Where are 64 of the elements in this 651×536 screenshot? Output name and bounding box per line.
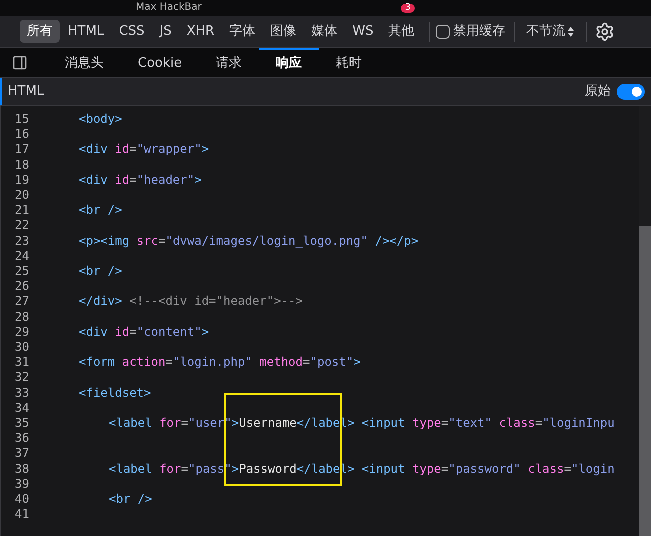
line-number: 35 (15, 416, 30, 432)
line-number: 31 (15, 355, 30, 370)
line-number: 20 (15, 188, 30, 204)
code-line: <form action="login.php" method="post"> (79, 355, 361, 370)
code-line: <fieldset> (79, 386, 152, 401)
tab[interactable]: 消息头 (48, 48, 121, 77)
code-line: <br /> (79, 203, 122, 218)
line-number: 28 (15, 310, 30, 325)
line-number: 39 (15, 476, 30, 492)
checkbox-label: 禁用缓存 (454, 22, 506, 41)
code-line: <div id="header"> (79, 172, 202, 188)
line-number: 40 (15, 492, 30, 508)
line-number: 18 (15, 158, 30, 173)
raw-label: 原始 (585, 82, 611, 101)
line-number: 27 (15, 294, 30, 310)
line-number: 33 (15, 386, 30, 401)
window-title: Max HackBar (136, 3, 202, 13)
raw-toggle[interactable] (617, 84, 645, 100)
filter-button[interactable]: XHR (180, 20, 222, 44)
line-number: 32 (15, 370, 30, 386)
filter-button[interactable]: 所有 (20, 20, 60, 44)
notification-badge: 3 (401, 4, 415, 12)
line-number: 34 (15, 400, 30, 416)
tab[interactable]: 耗时 (319, 48, 380, 77)
filter-button[interactable]: JS (152, 20, 179, 44)
filter-button[interactable]: 其他 (382, 20, 422, 44)
line-number: 16 (15, 127, 30, 142)
line-number: 26 (15, 279, 30, 294)
section-title: HTML (8, 82, 44, 101)
filter-button[interactable]: 媒体 (304, 20, 345, 44)
filter-button[interactable]: WS (346, 20, 381, 44)
tab[interactable]: 请求 (199, 48, 260, 77)
line-number: 29 (15, 324, 30, 340)
code-line: <body> (79, 112, 122, 128)
disable-cache-checkbox[interactable] (436, 24, 450, 38)
code-line: <br /> (79, 264, 122, 280)
code-line: <br /> (109, 492, 152, 508)
tab[interactable]: Cookie (121, 48, 200, 77)
code-line: <div id="content"> (79, 324, 210, 340)
line-number: 21 (15, 203, 30, 218)
filter-button[interactable]: 字体 (222, 20, 263, 44)
line-number: 24 (15, 248, 30, 264)
line-number: 17 (15, 142, 30, 158)
line-number: 37 (15, 446, 30, 462)
line-number: 36 (15, 431, 30, 446)
line-number: 41 (15, 507, 30, 522)
filter-button[interactable]: CSS (112, 20, 152, 44)
settings-icon[interactable] (594, 22, 615, 42)
code-line: </div> <!--<div id="header">--> (79, 294, 303, 310)
sort-caret-icon (568, 26, 574, 36)
code-line: <p><img src="dvwa/images/login_logo.png" /></p> (79, 234, 419, 249)
code-line: <div id="wrapper"> (79, 142, 210, 158)
line-number: 19 (15, 172, 30, 188)
throttle-select[interactable]: 不节流 (522, 22, 578, 42)
scrollbar[interactable] (639, 106, 651, 536)
line-number: 23 (15, 234, 30, 249)
line-number: 30 (15, 340, 30, 356)
panel-toggle-icon[interactable] (12, 54, 28, 70)
line-number: 22 (15, 218, 30, 234)
line-number: 38 (15, 462, 30, 477)
filter-button[interactable]: HTML (61, 20, 112, 44)
line-number: 15 (15, 112, 30, 128)
filter-button[interactable]: 图像 (264, 20, 304, 44)
line-number: 25 (15, 264, 30, 280)
